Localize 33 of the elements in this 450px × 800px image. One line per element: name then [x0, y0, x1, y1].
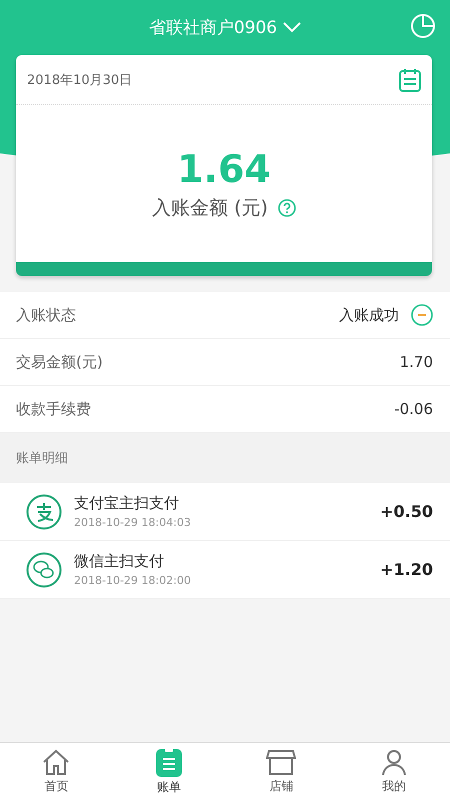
house-icon	[41, 748, 72, 776]
tab[interactable]: 账单	[112, 743, 225, 800]
detail-value: 1.70	[400, 353, 433, 371]
chat-bubbles-icon	[26, 552, 62, 588]
detail-value: -0.06	[394, 400, 433, 418]
calendar-icon[interactable]	[399, 68, 421, 92]
pie-chart-button[interactable]	[410, 13, 436, 39]
transaction-title: 微信主扫支付	[74, 552, 165, 571]
detail-value: 入账成功	[339, 306, 399, 324]
date-text: 2018年10月30日	[27, 72, 132, 88]
store-icon	[266, 748, 296, 776]
transaction-title: 支付宝主扫支付	[74, 494, 180, 513]
transaction-time: 2018-10-29 18:04:03	[74, 516, 192, 529]
transaction-row[interactable]: 支付宝主扫支付 2018-10-29 18:04:03 +0.50	[0, 483, 450, 541]
help-icon[interactable]	[278, 198, 296, 216]
detail-label: 入账状态	[16, 306, 76, 324]
transaction-row[interactable]: 微信主扫支付 2018-10-29 18:02:00 +1.20	[0, 541, 450, 599]
amount-value: 1.64	[177, 146, 271, 190]
detail-label: 收款手续费	[16, 400, 91, 418]
tab[interactable]: 店铺	[225, 743, 338, 800]
detail-label: 交易金额(元)	[16, 352, 103, 372]
section-title: 账单明细	[16, 450, 68, 467]
transaction-amount: +1.20	[380, 560, 433, 579]
chevron-down-icon	[283, 22, 302, 33]
minus-circle-icon	[411, 304, 433, 326]
person-icon	[380, 748, 408, 776]
transaction-amount: +0.50	[380, 502, 433, 521]
transaction-time: 2018-10-29 18:02:00	[74, 574, 192, 587]
payment-symbol-icon	[26, 494, 62, 530]
tab[interactable]: 首页	[0, 743, 112, 800]
clipboard-icon	[156, 747, 182, 777]
tab[interactable]: 我的	[338, 743, 450, 800]
amount-label: 入账金额 (元)	[152, 196, 268, 220]
